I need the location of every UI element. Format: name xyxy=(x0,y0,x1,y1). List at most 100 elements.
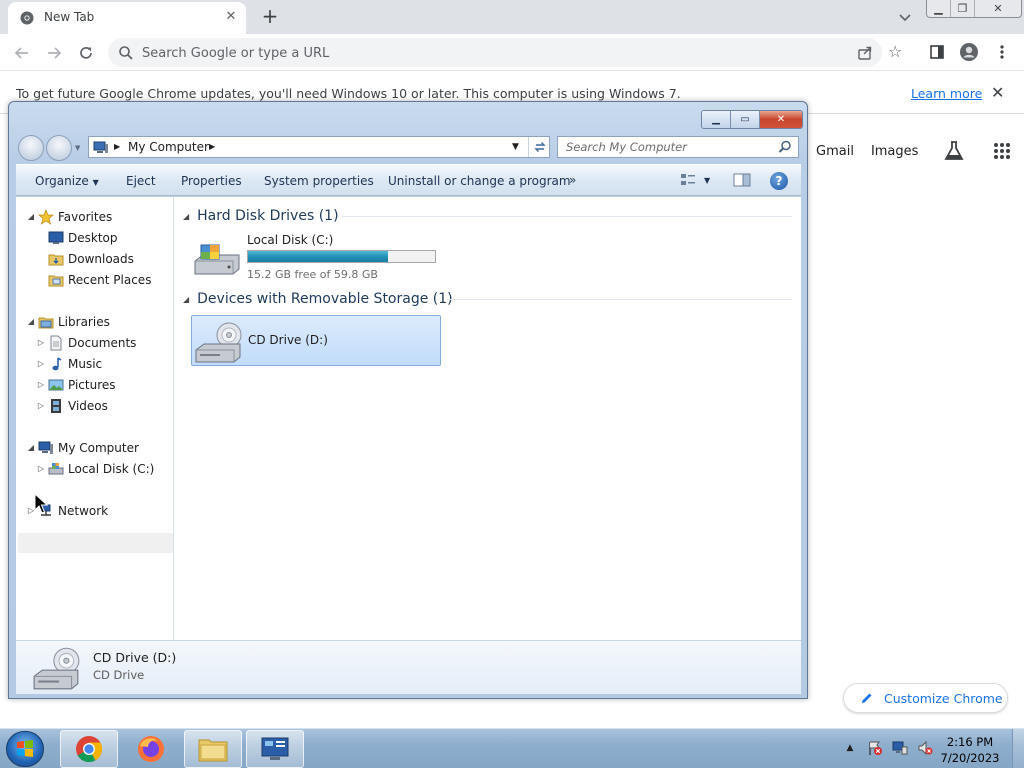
show-hidden-icons-icon[interactable]: ▲ xyxy=(842,740,858,756)
organize-button[interactable]: Organize ▼ xyxy=(35,174,99,188)
close-icon[interactable]: ✕ xyxy=(760,111,802,128)
tree-libraries[interactable]: ◢ Libraries xyxy=(26,312,110,331)
tree-favorites[interactable]: ◢ Favorites xyxy=(26,207,112,226)
show-desktop-button[interactable] xyxy=(1012,729,1024,768)
profile-avatar-icon[interactable] xyxy=(959,42,979,62)
gmail-link[interactable]: Gmail xyxy=(816,144,854,159)
group-divider xyxy=(447,299,792,300)
infobar-close-icon[interactable]: ✕ xyxy=(991,83,1004,102)
drive-free-space: 15.2 GB free of 59.8 GB xyxy=(247,268,378,281)
tree-label: My Computer xyxy=(58,440,139,455)
explorer-search-box[interactable] xyxy=(557,136,799,158)
tree-local-disk-c[interactable]: ▷ Local Disk (C:) xyxy=(36,459,154,478)
chrome-menu-icon[interactable] xyxy=(992,42,1012,62)
recent-pages-dropdown-icon[interactable]: ▼ xyxy=(75,144,80,152)
tree-videos[interactable]: ▷ Videos xyxy=(36,396,108,415)
omnibox-input[interactable] xyxy=(142,44,822,62)
infobar-message: To get future Google Chrome updates, you… xyxy=(16,86,681,101)
preview-pane-icon[interactable] xyxy=(733,173,751,190)
tree-label: Favorites xyxy=(58,209,113,224)
new-tab-button[interactable]: + xyxy=(259,5,281,27)
group-removable-storage[interactable]: ◢ Devices with Removable Storage (1) xyxy=(183,289,453,309)
favorites-star-icon xyxy=(38,208,54,225)
explorer-address-bar[interactable]: ▶ My Computer ▶ ▼ xyxy=(88,136,550,158)
pencil-icon xyxy=(860,691,874,708)
share-icon[interactable] xyxy=(857,45,873,64)
help-icon[interactable]: ? xyxy=(770,172,788,190)
tree-music[interactable]: ▷ Music xyxy=(36,354,102,373)
windows-taskbar: ▲ 2:16 PM 7/20/2023 xyxy=(0,728,1024,768)
documents-icon xyxy=(48,335,64,351)
explorer-search-input[interactable] xyxy=(566,140,766,154)
explorer-forward-button[interactable] xyxy=(46,135,72,161)
forward-arrow-icon[interactable] xyxy=(42,41,66,65)
tab-new-tab[interactable]: New Tab ✕ xyxy=(8,2,246,34)
properties-button[interactable]: Properties xyxy=(181,174,242,188)
back-arrow-icon[interactable] xyxy=(10,41,34,65)
tree-desktop[interactable]: Desktop xyxy=(46,228,118,247)
collapse-triangle-icon[interactable]: ▷ xyxy=(36,401,46,410)
maximize-icon[interactable]: ▭ xyxy=(731,111,760,128)
expand-triangle-icon[interactable]: ◢ xyxy=(26,443,36,452)
selected-tree-highlight xyxy=(18,533,173,553)
action-center-flag-icon[interactable] xyxy=(867,740,883,756)
customize-chrome-button[interactable]: Customize Chrome xyxy=(843,683,1008,713)
network-tray-icon[interactable] xyxy=(892,740,908,756)
breadcrumb-arrow-icon[interactable]: ▶ xyxy=(114,142,120,151)
restore-icon[interactable]: ❐ xyxy=(951,0,975,17)
tree-recent-places[interactable]: Recent Places xyxy=(46,270,151,289)
learn-more-link[interactable]: Learn more xyxy=(911,86,982,101)
pictures-icon xyxy=(48,377,64,393)
google-apps-grid-icon[interactable] xyxy=(990,139,1014,163)
volume-muted-icon[interactable] xyxy=(917,740,933,756)
expand-triangle-icon[interactable]: ◢ xyxy=(26,317,36,326)
group-collapse-icon[interactable]: ◢ xyxy=(183,212,189,221)
libraries-icon xyxy=(38,314,54,330)
refresh-icon[interactable] xyxy=(528,137,550,157)
reload-icon[interactable] xyxy=(74,41,98,65)
drive-local-disk-c[interactable]: Local Disk (C:) 15.2 GB free of 59.8 GB xyxy=(191,231,451,281)
taskbar-firefox[interactable] xyxy=(122,730,180,768)
address-location[interactable]: My Computer xyxy=(128,140,209,154)
tree-pictures[interactable]: ▷ Pictures xyxy=(36,375,116,394)
address-dropdown-icon[interactable]: ▼ xyxy=(512,142,519,152)
tab-search-chevron-icon[interactable] xyxy=(896,8,914,26)
collapse-triangle-icon[interactable]: ▷ xyxy=(36,380,46,389)
more-commands-chevron-icon[interactable]: » xyxy=(569,173,576,187)
taskbar-control-panel[interactable] xyxy=(246,730,304,768)
breadcrumb-arrow-icon[interactable]: ▶ xyxy=(209,142,215,151)
tree-documents[interactable]: ▷ Documents xyxy=(36,333,136,352)
downloads-folder-icon xyxy=(48,251,64,267)
bookmark-star-icon[interactable]: ☆ xyxy=(888,42,902,61)
group-hard-disk-drives[interactable]: ◢ Hard Disk Drives (1) xyxy=(183,206,339,226)
close-icon[interactable]: ✕ xyxy=(975,0,1021,17)
eject-button[interactable]: Eject xyxy=(126,174,156,188)
explorer-back-button[interactable] xyxy=(18,135,44,161)
collapse-triangle-icon[interactable]: ▷ xyxy=(36,464,46,473)
music-note-icon xyxy=(48,356,64,372)
system-properties-button[interactable]: System properties xyxy=(264,174,374,188)
labs-flask-icon[interactable] xyxy=(942,139,966,163)
search-icon[interactable] xyxy=(778,140,792,157)
tree-my-computer[interactable]: ◢ My Computer xyxy=(26,438,139,457)
uninstall-program-button[interactable]: Uninstall or change a program xyxy=(388,174,571,188)
collapse-triangle-icon[interactable]: ▷ xyxy=(36,338,46,347)
omnibox[interactable] xyxy=(108,38,882,67)
folder-icon xyxy=(198,739,228,762)
images-link[interactable]: Images xyxy=(871,144,919,159)
minimize-icon[interactable]: ▁ xyxy=(702,111,731,128)
start-button[interactable] xyxy=(6,731,44,767)
change-view-button[interactable]: ▼ xyxy=(680,173,710,187)
group-collapse-icon[interactable]: ◢ xyxy=(183,295,189,304)
drive-cd-d[interactable]: CD Drive (D:) xyxy=(191,315,441,366)
taskbar-clock[interactable]: 2:16 PM 7/20/2023 xyxy=(935,734,1005,766)
taskbar-explorer[interactable] xyxy=(184,730,242,768)
collapse-triangle-icon[interactable]: ▷ xyxy=(36,359,46,368)
tree-label: Libraries xyxy=(58,314,110,329)
taskbar-chrome[interactable] xyxy=(60,730,118,768)
expand-triangle-icon[interactable]: ◢ xyxy=(26,212,36,221)
tree-downloads[interactable]: Downloads xyxy=(46,249,134,268)
minimize-icon[interactable]: ▁ xyxy=(927,0,951,17)
side-panel-icon[interactable] xyxy=(927,42,947,62)
tab-close-icon[interactable]: ✕ xyxy=(222,8,240,26)
